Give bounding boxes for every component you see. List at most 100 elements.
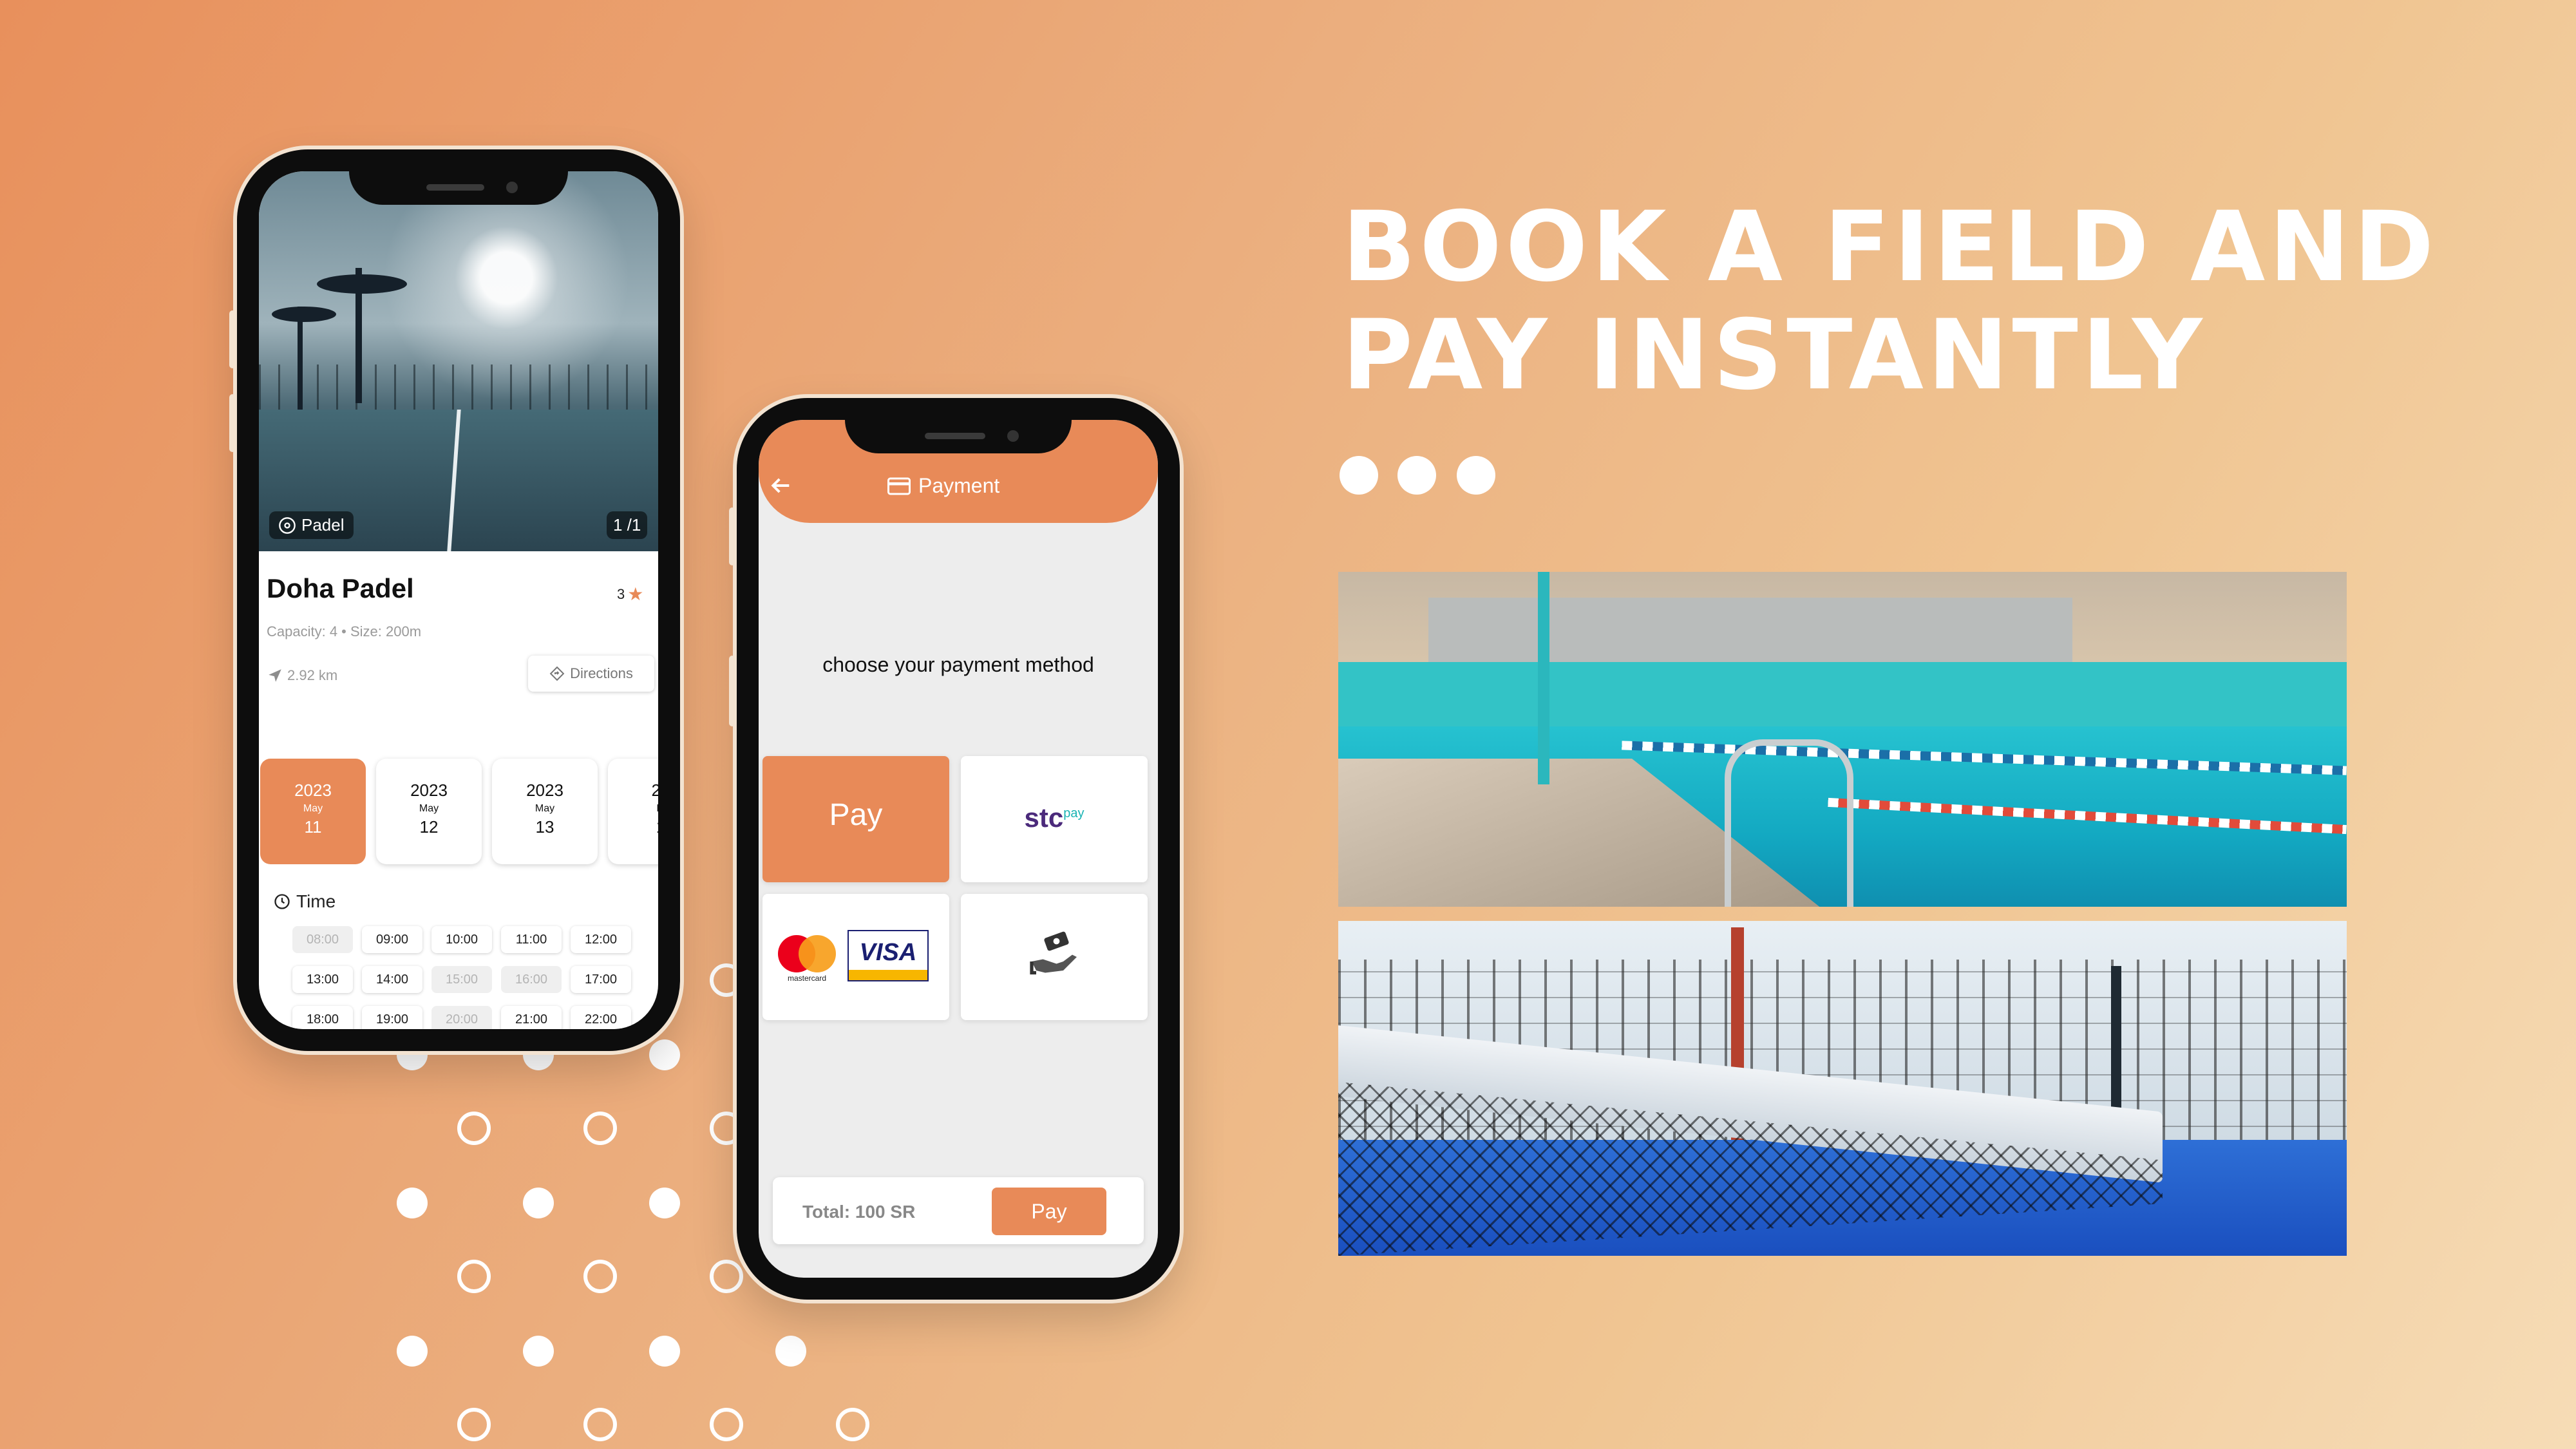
time-slot[interactable]: 08:00 xyxy=(292,926,353,953)
date-day: 11 xyxy=(304,817,322,837)
time-slot[interactable]: 19:00 xyxy=(362,1006,422,1029)
stc-pay-suffix: pay xyxy=(1063,806,1084,820)
date-month: M xyxy=(608,803,658,815)
phone-side-button xyxy=(229,394,236,452)
pool-ladder xyxy=(1725,739,1853,907)
mastercard-logo: mastercard xyxy=(778,935,836,983)
slide-indicator-dot xyxy=(1397,456,1436,495)
time-slot[interactable]: 12:00 xyxy=(571,926,631,953)
stc-brand-text: stc xyxy=(1024,802,1064,833)
sport-chip-label: Padel xyxy=(301,515,345,535)
time-slot[interactable]: 18:00 xyxy=(292,1006,353,1029)
date-card[interactable]: 2023 May 12 xyxy=(376,759,482,864)
date-year: 2023 xyxy=(526,781,564,800)
cash-payment-option[interactable] xyxy=(961,894,1148,1020)
date-year: 20 xyxy=(651,781,658,800)
mastercard-orange-circle xyxy=(799,935,836,972)
phone-speaker xyxy=(925,433,985,439)
phone-mockup-payment: Payment choose your payment method Pay s… xyxy=(729,398,1180,1300)
directions-icon xyxy=(549,666,565,681)
rating-value: 3 xyxy=(617,585,625,602)
phone-notch xyxy=(845,420,1072,453)
decorative-ring xyxy=(583,1408,617,1441)
pay-button[interactable]: Pay xyxy=(992,1188,1106,1235)
venue-details: Capacity: 4 • Size: 200m xyxy=(267,623,422,639)
decorative-ring xyxy=(457,1260,491,1293)
phone-mockup-venue: Padel 1 /1 Doha Padel 3 ★ Capacity: 4 • … xyxy=(229,149,680,1051)
palm-tree xyxy=(317,274,407,294)
date-card[interactable]: 2023 May 13 xyxy=(492,759,598,864)
photo-counter-text: 1 /1 xyxy=(613,515,641,535)
phone-side-button xyxy=(729,656,735,726)
time-slot[interactable]: 11:00 xyxy=(501,926,562,953)
headline: BOOK A FIELD AND PAY INSTANTLY xyxy=(1342,193,2438,410)
time-slot[interactable]: 09:00 xyxy=(362,926,422,953)
date-month: May xyxy=(303,803,323,814)
decorative-dot xyxy=(649,1039,680,1070)
stc-pay-logo: stcpay xyxy=(961,802,1148,833)
venue-rating: 3 ★ xyxy=(617,583,643,605)
payment-title-text: Payment xyxy=(918,474,1000,497)
time-slot[interactable]: 13:00 xyxy=(292,966,353,993)
apple-pay-logo: Pay xyxy=(762,797,949,833)
palm-tree xyxy=(272,307,336,322)
payment-screen: Payment choose your payment method Pay s… xyxy=(759,420,1158,1278)
headline-line-1: BOOK A FIELD AND xyxy=(1342,191,2438,303)
date-day: 1 xyxy=(608,817,658,837)
sport-chip: Padel xyxy=(269,511,354,539)
card-payment-option[interactable]: mastercard VISA xyxy=(762,894,949,1020)
directions-button[interactable]: Directions xyxy=(528,656,654,692)
time-label: Time xyxy=(296,891,336,911)
padel-court-photo xyxy=(1338,921,2347,1256)
decorative-ring xyxy=(457,1408,491,1441)
distance-text: 2.92 km xyxy=(287,667,338,683)
decorative-ring xyxy=(583,1112,617,1145)
time-slot[interactable]: 15:00 xyxy=(431,966,492,993)
back-arrow-icon[interactable] xyxy=(768,473,793,498)
clock-icon xyxy=(274,894,290,909)
time-slot[interactable]: 17:00 xyxy=(571,966,631,993)
decorative-dot xyxy=(523,1188,554,1218)
time-slot[interactable]: 20:00 xyxy=(431,1006,492,1029)
visa-text: VISA xyxy=(859,939,917,966)
decorative-dot xyxy=(397,1336,428,1367)
time-slot[interactable]: 22:00 xyxy=(571,1006,631,1029)
date-card[interactable]: 20 M 1 xyxy=(608,759,658,864)
venue-photo[interactable]: Padel 1 /1 xyxy=(259,171,658,551)
venue-distance: 2.92 km xyxy=(267,667,337,684)
apple-pay-text: Pay xyxy=(829,798,883,832)
date-day: 12 xyxy=(419,817,439,837)
decorative-ring xyxy=(583,1260,617,1293)
decorative-dot xyxy=(397,1188,428,1218)
time-slot[interactable]: 14:00 xyxy=(362,966,422,993)
time-slot[interactable]: 10:00 xyxy=(431,926,492,953)
slide-indicator-dot xyxy=(1457,456,1495,495)
venue-name: Doha Padel xyxy=(267,573,414,603)
date-month: May xyxy=(419,803,439,814)
slide-indicator-dot xyxy=(1340,456,1378,495)
phone-speaker xyxy=(426,184,484,191)
decorative-ring xyxy=(710,1408,743,1441)
date-card[interactable]: 2023 May 11 xyxy=(260,759,366,864)
phone-notch xyxy=(349,171,568,205)
total-amount: Total: 100 SR xyxy=(802,1202,916,1222)
phone-camera xyxy=(1007,430,1019,442)
phone-side-button xyxy=(229,310,236,368)
venue-screen: Padel 1 /1 Doha Padel 3 ★ Capacity: 4 • … xyxy=(259,171,658,1029)
court-fence xyxy=(259,365,658,416)
date-day: 13 xyxy=(535,817,554,837)
headline-line-2: PAY INSTANTLY xyxy=(1342,299,2206,412)
payment-title: Payment xyxy=(887,474,999,498)
date-year: 2023 xyxy=(410,781,448,800)
decorative-ring xyxy=(457,1112,491,1145)
decorative-dot xyxy=(775,1336,806,1367)
time-slot[interactable]: 16:00 xyxy=(501,966,562,993)
date-year: 2023 xyxy=(294,781,332,800)
checkout-bar: Total: 100 SR Pay xyxy=(773,1177,1144,1244)
stc-pay-option[interactable]: stcpay xyxy=(961,756,1148,882)
apple-pay-option[interactable]: Pay xyxy=(762,756,949,882)
padel-ball-icon xyxy=(279,516,296,534)
decorative-dot xyxy=(649,1188,680,1218)
time-slot[interactable]: 21:00 xyxy=(501,1006,562,1029)
decorative-ring xyxy=(710,1260,743,1293)
